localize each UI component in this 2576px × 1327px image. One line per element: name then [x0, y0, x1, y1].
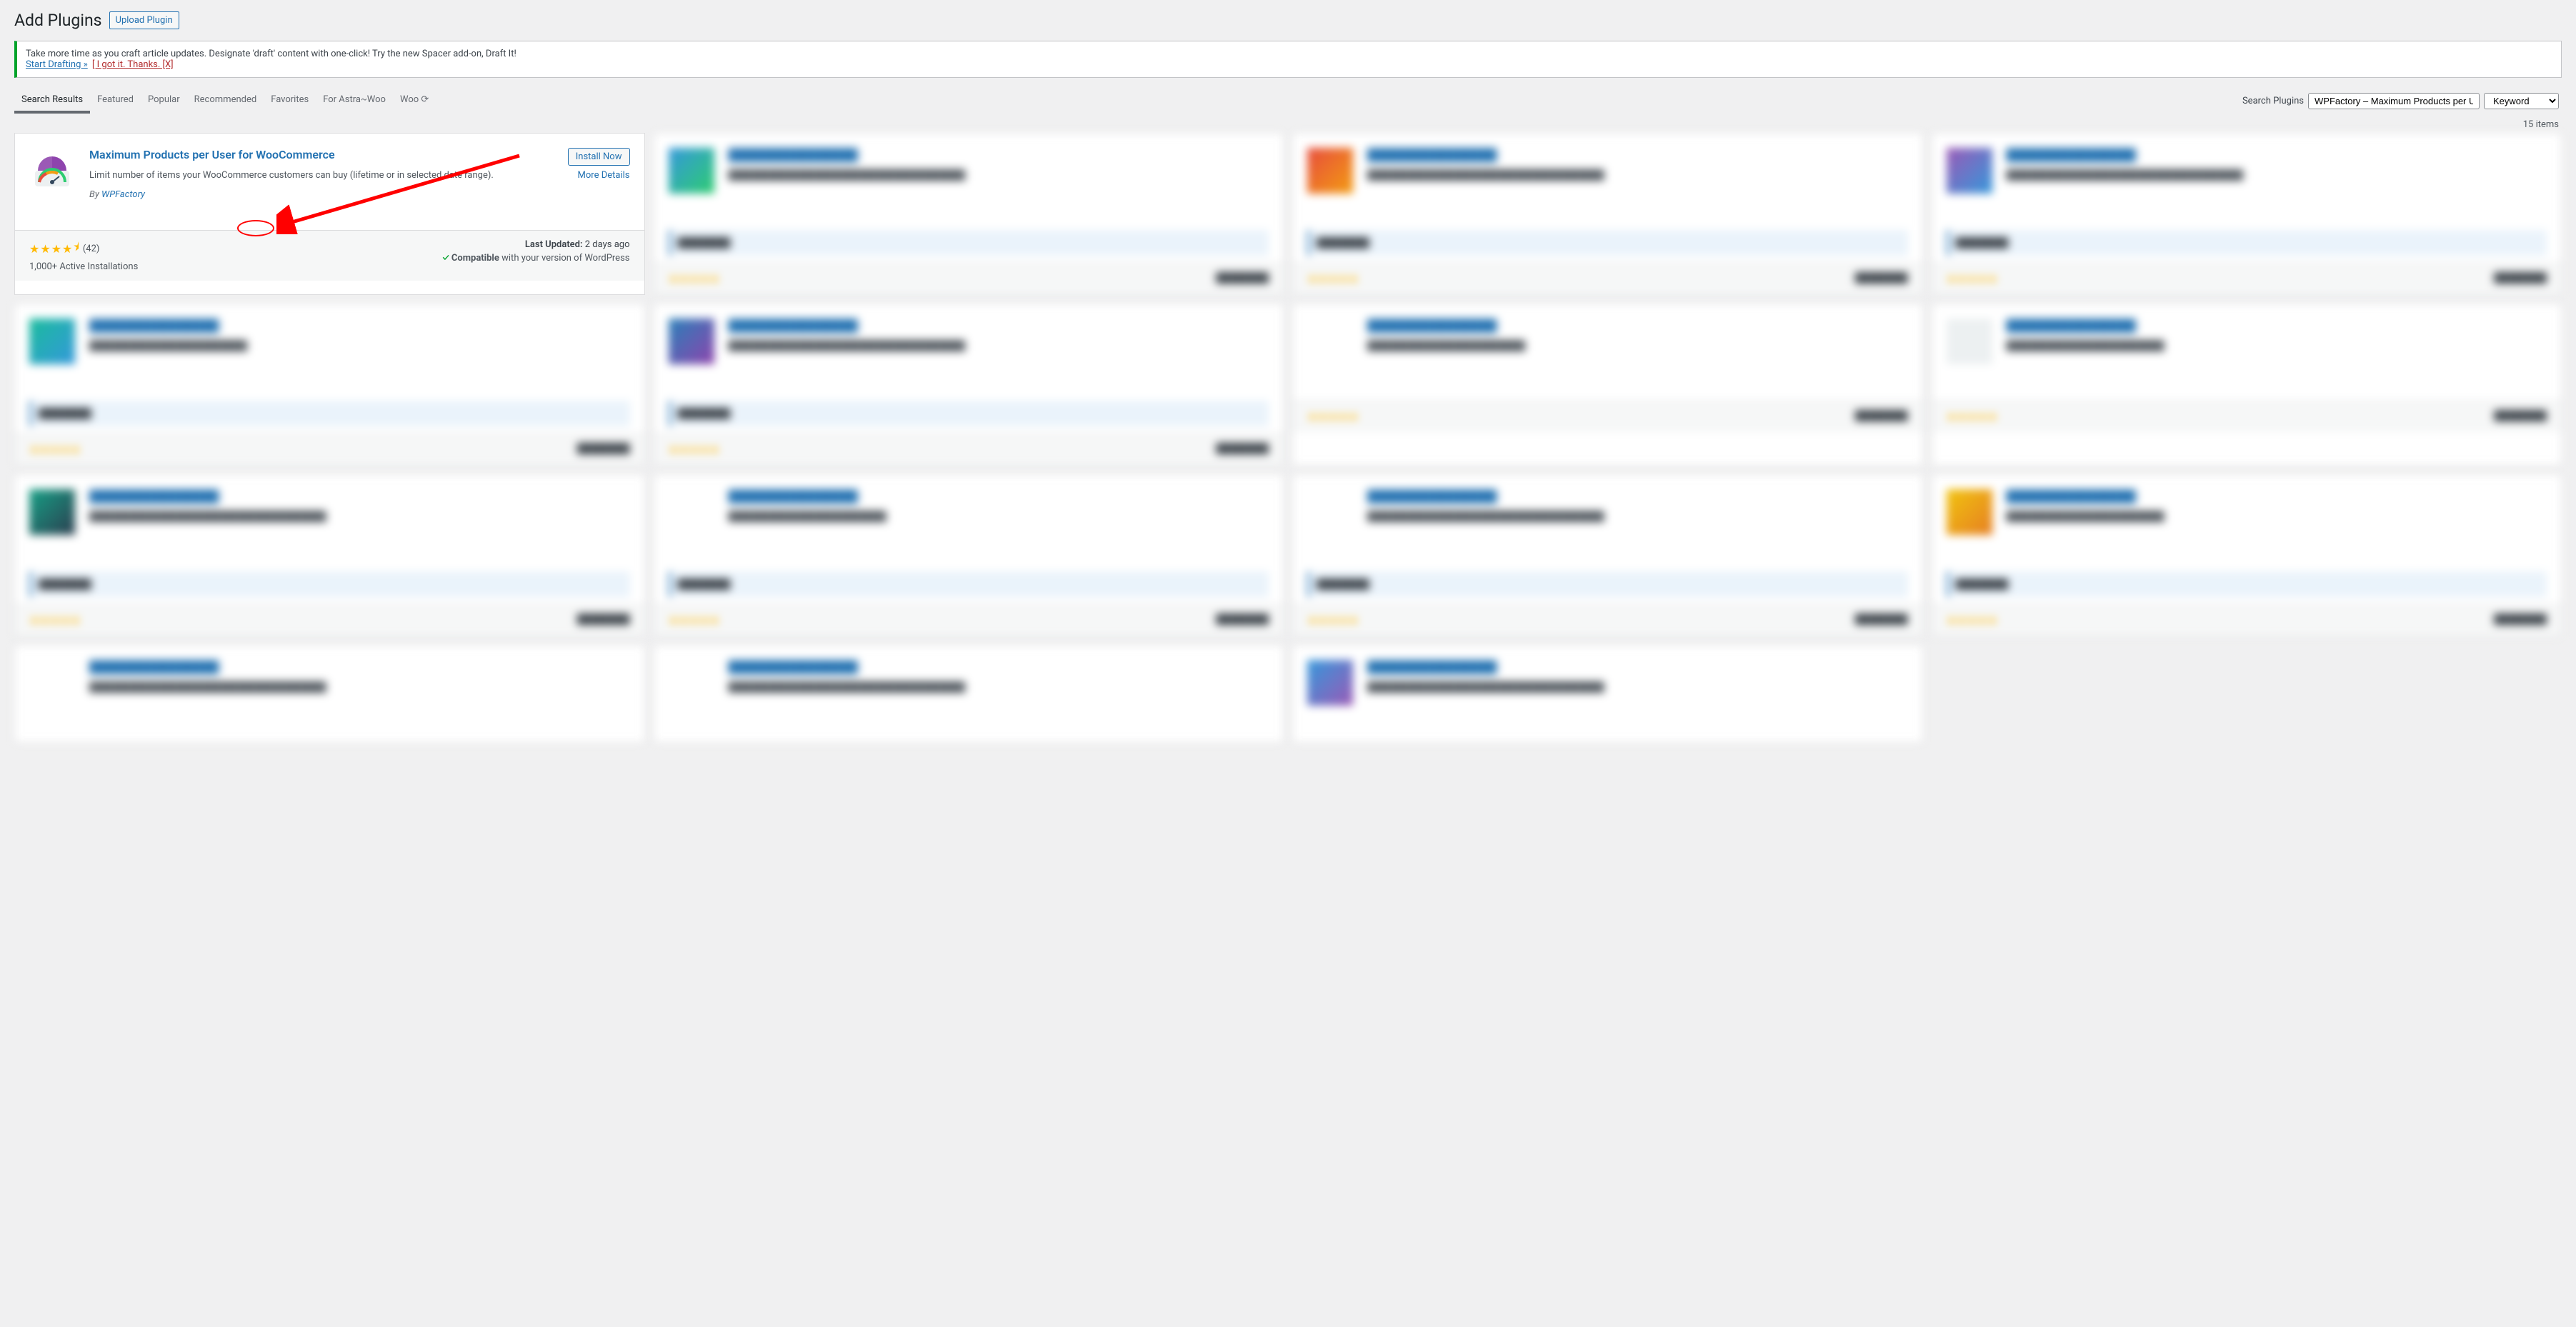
install-now-button[interactable]: Install Now — [568, 148, 630, 166]
tab-recommended[interactable]: Recommended — [187, 89, 264, 114]
rating-count: (42) — [83, 244, 100, 254]
plugin-card-blurred: ████████████████████████████████████████… — [654, 474, 1284, 636]
plugin-rating-stars: ★ ★ ★ ★ ⯨ (42) — [29, 239, 138, 259]
plugin-author-link[interactable]: WPFactory — [101, 189, 145, 200]
tab-woo[interactable]: Woo ⟳ — [393, 89, 436, 114]
plugin-card-blurred: ████████████████████████████████████████… — [14, 645, 645, 743]
last-updated: Last Updated: 2 days ago — [443, 239, 630, 250]
notice-text: Take more time as you craft article upda… — [26, 49, 516, 59]
plugin-card-blurred: ████████████████████████████████████████… — [1932, 304, 2562, 466]
more-details-link[interactable]: More Details — [568, 170, 630, 181]
star-icon: ★ — [40, 242, 50, 256]
tab-favorites[interactable]: Favorites — [264, 89, 316, 114]
plugin-card-blurred: ████████████████████████████████████████… — [1292, 304, 1923, 466]
plugin-card-blurred: ████████████████████████████████████████… — [1932, 133, 2562, 295]
plugin-card-blurred: ████████████████████████████████████████… — [14, 304, 645, 466]
active-installs: 1,000+ Active Installations — [29, 261, 138, 272]
admin-notice: Take more time as you craft article upda… — [14, 41, 2562, 78]
notice-dismiss-link[interactable]: [ I got it. Thanks. [X] — [92, 59, 174, 70]
plugin-icon — [29, 148, 75, 194]
page-title: Add Plugins — [14, 11, 102, 30]
tab-featured[interactable]: Featured — [90, 89, 141, 114]
upload-plugin-button[interactable]: Upload Plugin — [109, 11, 179, 29]
plugin-card-blurred: ████████████████████████████████████████… — [654, 645, 1284, 743]
notice-start-link[interactable]: Start Drafting » — [26, 59, 88, 70]
star-icon: ★ — [62, 242, 72, 256]
plugin-card-blurred: ████████████████████████████████████████… — [654, 133, 1284, 295]
tab-popular[interactable]: Popular — [141, 89, 187, 114]
keyword-select[interactable]: Keyword — [2484, 93, 2559, 109]
plugin-card-blurred: ████████████████████████████████████████… — [1292, 645, 1923, 743]
plugin-card-blurred: ████████████████████████████████████████… — [1292, 474, 1923, 636]
search-label: Search Plugins — [2242, 96, 2304, 106]
plugin-card-blurred: ████████████████████████████████████████… — [14, 474, 645, 636]
plugin-author: By WPFactory — [89, 189, 573, 200]
check-icon: ✓ — [443, 253, 449, 264]
star-icon: ★ — [29, 242, 39, 256]
compatibility-text: ✓ Compatible with your version of WordPr… — [443, 253, 630, 264]
plugin-title[interactable]: Maximum Products per User for WooCommerc… — [89, 148, 573, 163]
items-count: 15 items — [1, 114, 2562, 133]
search-input[interactable] — [2308, 93, 2480, 109]
plugin-card-blurred: ████████████████████████████████████████… — [654, 304, 1284, 466]
star-icon: ★ — [51, 242, 61, 256]
tab-search-results[interactable]: Search Results — [14, 89, 90, 114]
plugin-card-blurred: ████████████████████████████████████████… — [1932, 474, 2562, 636]
plugin-description: Limit number of items your WooCommerce c… — [89, 169, 573, 183]
tab-astra-woo[interactable]: For Astra~Woo — [316, 89, 393, 114]
plugin-card-blurred: ████████████████████████████████████████… — [1292, 133, 1923, 295]
plugin-card-main: Maximum Products per User for WooCommerc… — [14, 133, 645, 295]
star-half-icon: ⯨ — [73, 239, 79, 259]
